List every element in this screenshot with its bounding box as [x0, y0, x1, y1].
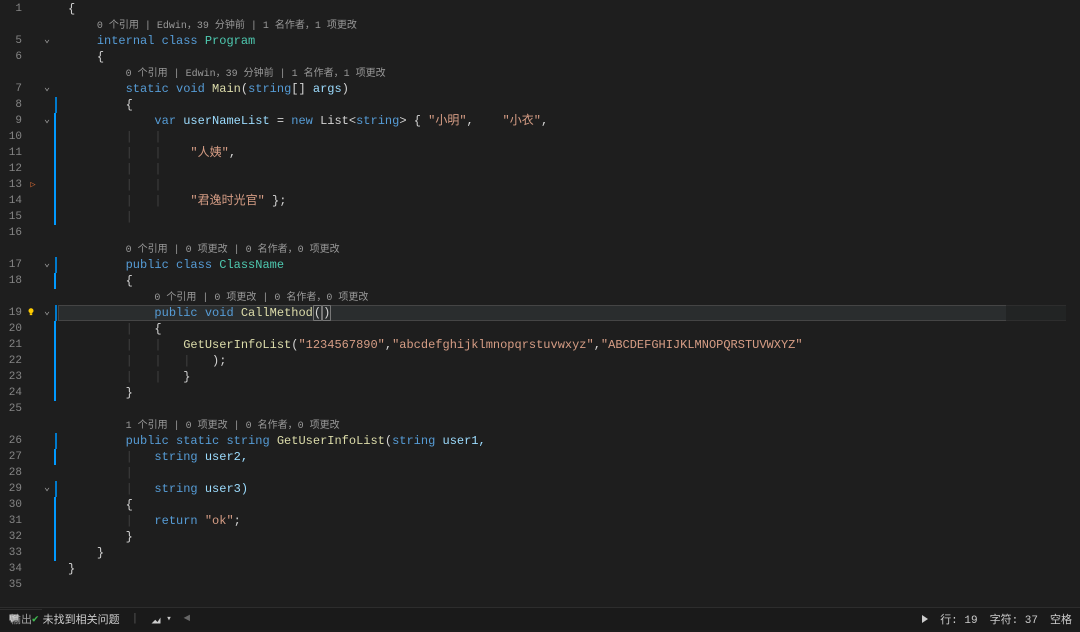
- fold-toggle[interactable]: ⌄: [40, 481, 54, 497]
- status-no-issues[interactable]: ✔未找到相关问题: [32, 611, 120, 627]
- status-indent[interactable]: 空格: [1050, 611, 1072, 627]
- status-bar: ✔未找到相关问题 | ▾ ◄ 行: 19 字符: 37 空格: [0, 607, 1080, 630]
- minimap[interactable]: [1006, 0, 1066, 607]
- lightbulb-icon: [26, 305, 40, 321]
- fold-toggle[interactable]: ⌄: [40, 113, 54, 129]
- output-panel-tab[interactable]: 输出: [0, 609, 42, 632]
- codelens-main[interactable]: 0 个引用 | Edwin，39 分钟前 | 1 名作者，1 项更改: [126, 69, 386, 80]
- build-icon[interactable]: ▾: [150, 613, 171, 625]
- code-editor[interactable]: 1567891011121314151617181920212223242526…: [0, 0, 1080, 607]
- method-callmethod: CallMethod: [241, 306, 313, 320]
- class-name: Program: [205, 34, 255, 48]
- status-column[interactable]: 字符: 37: [990, 611, 1038, 627]
- class-classname: ClassName: [219, 258, 284, 272]
- breakpoint-arrow-icon: ▷: [26, 177, 40, 193]
- status-line[interactable]: 行: 19: [940, 611, 977, 627]
- brace: {: [68, 2, 75, 16]
- play-icon[interactable]: [922, 615, 928, 623]
- codelens-getuserinfo[interactable]: 1 个引用 | 0 项更改 | 0 名作者，0 项更改: [126, 421, 340, 432]
- line-number-gutter: 1567891011121314151617181920212223242526…: [0, 0, 26, 607]
- glyph-margin: ▷: [26, 0, 40, 607]
- vertical-scrollbar[interactable]: [1066, 0, 1080, 607]
- method-getuserinfolist: GetUserInfoList: [270, 434, 385, 448]
- fold-toggle[interactable]: ⌄: [40, 33, 54, 49]
- keyword: internal: [97, 34, 155, 48]
- code-area[interactable]: { 0 个引用 | Edwin，39 分钟前 | 1 名作者，1 项更改 int…: [58, 0, 1080, 607]
- fold-toggle[interactable]: ⌄: [40, 257, 54, 273]
- codelens-classname[interactable]: 0 个引用 | 0 项更改 | 0 名作者，0 项更改: [126, 245, 340, 256]
- method-main: Main: [212, 82, 241, 96]
- codelens-program[interactable]: 0 个引用 | Edwin，39 分钟前 | 1 名作者，1 项更改: [97, 21, 357, 32]
- fold-gutter[interactable]: ⌄ ⌄ ⌄ ⌄ ⌄ ⌄: [40, 0, 54, 607]
- codelens-callmethod[interactable]: 0 个引用 | 0 项更改 | 0 名作者，0 项更改: [154, 293, 368, 304]
- fold-toggle[interactable]: ⌄: [40, 305, 54, 321]
- fold-toggle[interactable]: ⌄: [40, 81, 54, 97]
